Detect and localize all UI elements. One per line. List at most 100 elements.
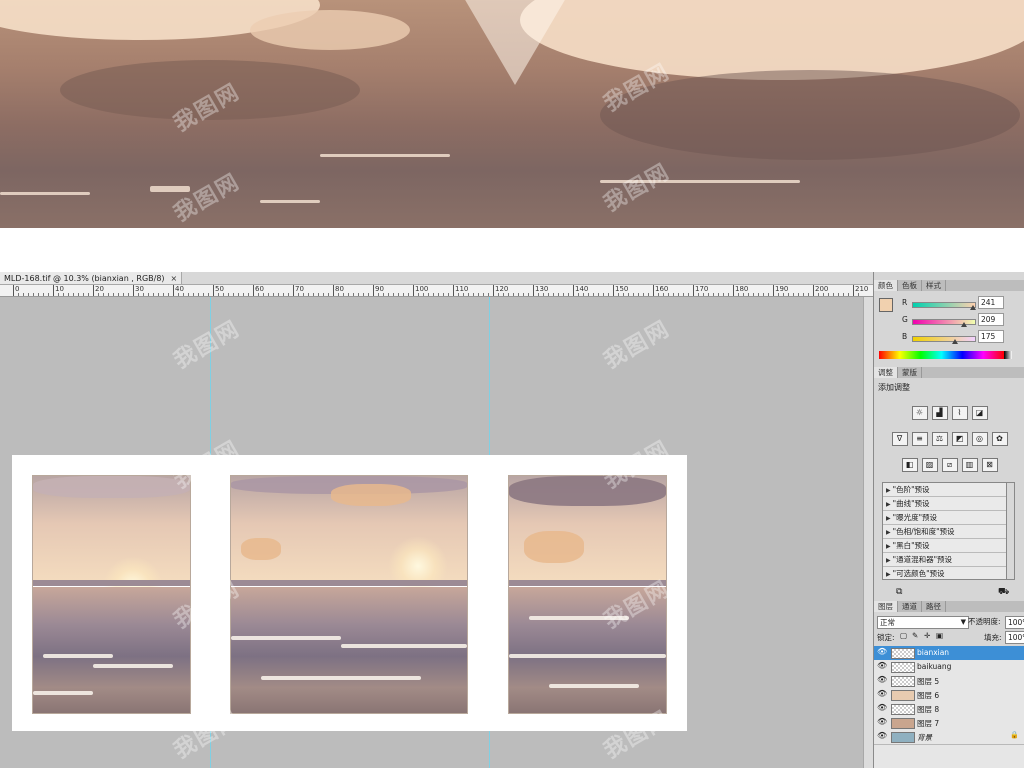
eye-icon[interactable]: 👁 — [877, 703, 887, 712]
black-white-icon[interactable]: ◩ — [951, 432, 968, 446]
channel-value-b[interactable]: 175 — [978, 330, 1004, 343]
return-to-list-icon[interactable]: ⧉ — [896, 587, 902, 597]
ruler-minor-tick — [343, 293, 344, 296]
hue-saturation-icon[interactable]: ≡ — [911, 432, 928, 446]
channel-mixer-icon[interactable]: ✿ — [991, 432, 1008, 446]
channel-slider-b[interactable] — [912, 336, 976, 342]
channel-slider-r[interactable] — [912, 302, 976, 308]
eye-icon[interactable]: 👁 — [877, 661, 887, 670]
panel-options-icon[interactable]: ⛟ — [998, 587, 1009, 598]
ruler-minor-tick — [58, 293, 59, 296]
tab-adjustments[interactable]: 调整 — [874, 367, 898, 378]
presets-scrollbar[interactable] — [1006, 482, 1015, 580]
preset-item[interactable]: ▶ "可选颜色"预设 — [883, 567, 1007, 579]
fill-input[interactable]: 100% — [1005, 631, 1024, 644]
ruler-minor-tick — [248, 293, 249, 296]
ruler-minor-tick — [688, 293, 689, 296]
channel-value-r[interactable]: 241 — [978, 296, 1004, 309]
layer-row[interactable]: 👁 baikuang — [874, 660, 1024, 675]
ruler-minor-tick — [708, 293, 709, 296]
tab-channels[interactable]: 通道 — [898, 601, 922, 612]
ruler-minor-tick — [558, 293, 559, 296]
eye-icon[interactable]: 👁 — [877, 675, 887, 684]
exposure-icon[interactable]: ◪ — [971, 406, 988, 420]
ruler-minor-tick — [433, 293, 434, 296]
ruler-minor-tick — [303, 293, 304, 296]
ruler-minor-tick — [818, 293, 819, 296]
color-spectrum-bar[interactable] — [879, 351, 1004, 359]
tab-masks[interactable]: 蒙版 — [898, 367, 922, 378]
tab-swatches[interactable]: 色板 — [898, 280, 922, 291]
tab-color[interactable]: 颜色 — [874, 280, 898, 291]
photo-filter-icon[interactable]: ◎ — [971, 432, 988, 446]
ruler-minor-tick — [188, 293, 189, 296]
preset-item[interactable]: ▶ "曲线"预设 — [883, 497, 1007, 511]
layer-row[interactable]: 👁 图层 8 — [874, 702, 1024, 717]
document-artboard[interactable] — [12, 455, 687, 731]
ruler-minor-tick — [568, 293, 569, 296]
selective-color-icon[interactable]: ⊠ — [981, 458, 998, 472]
channel-label: R — [902, 298, 908, 307]
layer-row[interactable]: 👁 图层 5 — [874, 674, 1024, 689]
preset-item[interactable]: ▶ "黑白"预设 — [883, 539, 1007, 553]
ruler-tick-label: 170 — [695, 285, 709, 293]
posterize-icon[interactable]: ▨ — [921, 458, 938, 472]
horizontal-ruler[interactable]: 0 10 20 30 40 50 60 70 80 90 100 110 120 130 140 150 160… — [0, 285, 873, 297]
preset-item[interactable]: ▶ "色相/饱和度"预设 — [883, 525, 1007, 539]
document-tab[interactable]: MLD-168.tif @ 10.3% (bianxian , RGB/8) × — [0, 272, 183, 284]
ruler-minor-tick — [288, 293, 289, 296]
layer-row[interactable]: 👁 图层 7 — [874, 716, 1024, 731]
blend-mode-select[interactable]: 正常 ▼ — [877, 616, 969, 629]
banner-light-streak — [150, 186, 190, 192]
channel-value-g[interactable]: 209 — [978, 313, 1004, 326]
layer-row[interactable]: 👁 bianxian — [874, 646, 1024, 661]
ruler-minor-tick — [828, 293, 829, 296]
ruler-minor-tick — [723, 293, 724, 296]
eye-icon[interactable]: 👁 — [877, 647, 887, 656]
ruler-major-tick — [213, 285, 214, 296]
slider-thumb[interactable] — [952, 339, 958, 344]
slider-thumb[interactable] — [970, 305, 976, 310]
lock-move-icon[interactable]: ✛ — [924, 631, 930, 640]
eye-icon[interactable]: 👁 — [877, 689, 887, 698]
ruler-major-tick — [453, 285, 454, 296]
lock-all-icon[interactable]: ▣ — [936, 631, 943, 640]
foreground-color-swatch[interactable] — [879, 298, 893, 312]
threshold-icon[interactable]: ⧄ — [941, 458, 958, 472]
ruler-tick-label: 160 — [655, 285, 669, 293]
opacity-input[interactable]: 100% — [1005, 616, 1024, 629]
vibrance-icon[interactable]: ∇ — [891, 432, 908, 446]
curves-icon[interactable]: ⌇ — [951, 406, 968, 420]
layer-thumbnail — [891, 648, 915, 659]
tab-layers[interactable]: 图层 — [874, 601, 898, 612]
brightness-contrast-icon[interactable]: ☼ — [911, 406, 928, 420]
ruler-minor-tick — [203, 293, 204, 296]
preset-item[interactable]: ▶ "通道混和器"预设 — [883, 553, 1007, 567]
invert-icon[interactable]: ◧ — [901, 458, 918, 472]
ruler-minor-tick — [663, 293, 664, 296]
gradient-map-icon[interactable]: ▥ — [961, 458, 978, 472]
preset-item[interactable]: ▶ "色阶"预设 — [883, 483, 1007, 497]
canvas-area[interactable]: 我图网 我图网 我图网 我图网 我图网 我图网 我图网 我图网 — [0, 297, 863, 768]
wave-foam — [549, 684, 639, 688]
ruler-minor-tick — [318, 293, 319, 296]
levels-icon[interactable]: ▟ — [931, 406, 948, 420]
artwork-panel-center — [230, 475, 468, 714]
lock-transparent-icon[interactable]: ▢ — [900, 631, 907, 640]
ruler-minor-tick — [763, 293, 764, 296]
preset-item[interactable]: ▶ "曝光度"预设 — [883, 511, 1007, 525]
ruler-minor-tick — [823, 293, 824, 296]
color-balance-icon[interactable]: ⚖ — [931, 432, 948, 446]
eye-icon[interactable]: 👁 — [877, 717, 887, 726]
ruler-minor-tick — [518, 293, 519, 296]
close-icon[interactable]: × — [171, 274, 178, 283]
black-white-ramp[interactable] — [1004, 351, 1012, 359]
lock-brush-icon[interactable]: ✎ — [912, 631, 918, 640]
eye-icon[interactable]: 👁 — [877, 731, 887, 740]
slider-thumb[interactable] — [961, 322, 967, 327]
tab-paths[interactable]: 路径 — [922, 601, 946, 612]
layer-row[interactable]: 👁 背景 🔒 — [874, 730, 1024, 745]
layer-row[interactable]: 👁 图层 6 — [874, 688, 1024, 703]
ruler-tick-label: 90 — [375, 285, 384, 293]
tab-styles[interactable]: 样式 — [922, 280, 946, 291]
